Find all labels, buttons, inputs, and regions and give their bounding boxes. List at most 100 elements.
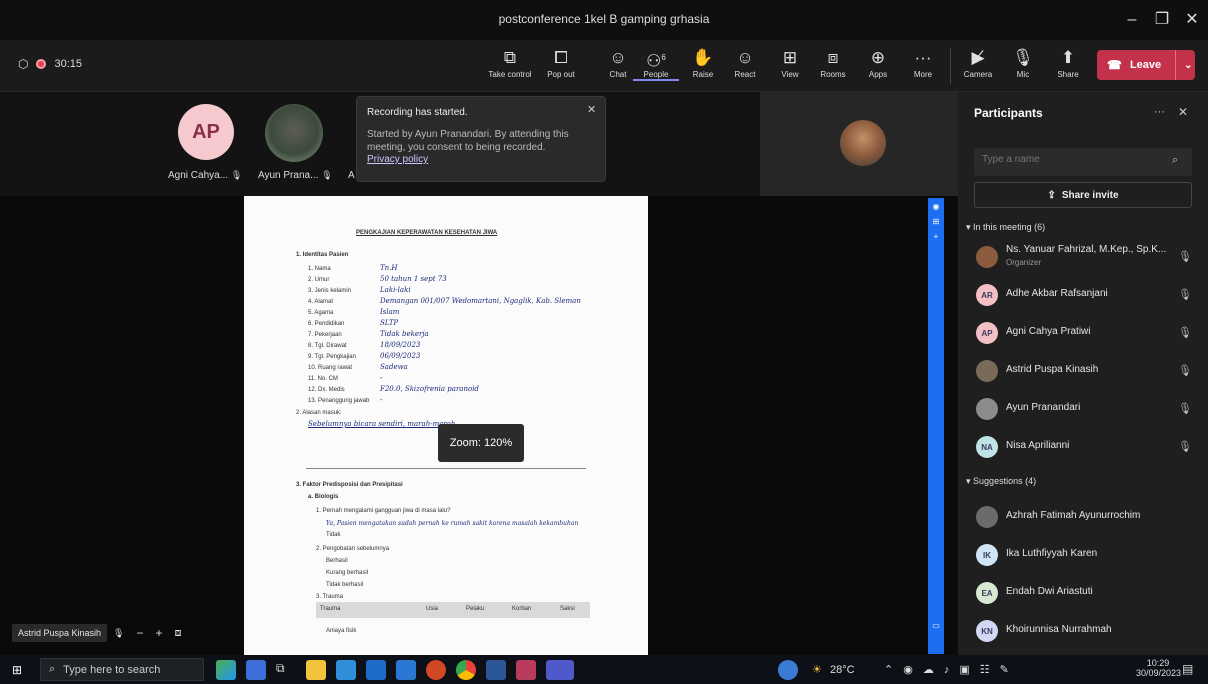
chevron-down-icon: ▾ bbox=[966, 476, 971, 486]
powerpoint-icon[interactable] bbox=[426, 660, 446, 680]
shared-content-toolbar[interactable]: ◉ ⊞ + ▭ bbox=[928, 198, 944, 654]
fullscreen-icon: ▭ bbox=[932, 621, 940, 630]
field-row: 8. Tgl. Dirawat 18/09/2023 bbox=[308, 341, 421, 349]
teams-icon[interactable] bbox=[546, 660, 574, 680]
participant-row[interactable]: AP Agni Cahya Pratiwi 🎙 bbox=[958, 316, 1208, 352]
taskbar-search[interactable]: ⌕ Type here to search bbox=[40, 658, 204, 681]
system-tray-icons[interactable]: ⌃◉☁♪▣☷✎ bbox=[884, 663, 1019, 676]
question-1: 1. Pernah mengalami gangguan jiwa di mas… bbox=[316, 508, 451, 514]
word-icon[interactable] bbox=[396, 660, 416, 680]
apps-button[interactable]: ⊕ Apps bbox=[855, 46, 901, 88]
weather-temp[interactable]: 28°C bbox=[830, 664, 855, 676]
chevron-down-icon[interactable]: ⌄ bbox=[1184, 60, 1192, 71]
participant-row[interactable]: Ayun Pranandari 🎙 bbox=[958, 392, 1208, 428]
chrome-icon[interactable] bbox=[456, 660, 476, 680]
clock[interactable]: 10:29 30/09/2023 bbox=[1136, 658, 1181, 678]
participant-row[interactable]: Ns. Yanuar Fahrizal, M.Kep., Sp.K... Orga… bbox=[958, 240, 1208, 276]
participant-avatar bbox=[976, 506, 998, 528]
search-icon: ⌕ bbox=[1172, 154, 1179, 166]
notification-body: Started by Ayun Pranandari. By attending… bbox=[367, 129, 569, 153]
close-icon[interactable]: ✕ bbox=[587, 103, 596, 116]
store-icon[interactable] bbox=[336, 660, 356, 680]
react-button[interactable]: ☺ React bbox=[722, 46, 768, 88]
field-row: 3. Jenis kelamin Laki-laki bbox=[308, 286, 411, 294]
people-button[interactable]: ⚇6 People bbox=[633, 46, 679, 88]
view-button[interactable]: ⊞ View bbox=[767, 46, 813, 88]
zoom-indicator: Zoom: 120% bbox=[438, 424, 524, 462]
field-row: 2. Umur 50 tahun 1 sept 73 bbox=[308, 275, 447, 283]
field-row: 10. Ruang rawat Sadewa bbox=[308, 363, 408, 371]
participant-row[interactable]: Azhrah Fatimah Ayunurrochim bbox=[958, 500, 1208, 536]
mic-off-icon: 🎙 bbox=[1178, 441, 1192, 453]
pop-out-button[interactable]: ⧠ Pop out bbox=[538, 46, 584, 88]
mic-off-icon: 🎙 bbox=[1012, 48, 1034, 67]
participant-row[interactable]: AR Adhe Akbar Rafsanjani 🎙 bbox=[958, 278, 1208, 314]
field-row: 11. No. CM - bbox=[308, 374, 383, 382]
share-button[interactable]: ⬆ Share bbox=[1045, 46, 1091, 88]
more-button[interactable]: ··· More bbox=[900, 46, 946, 88]
notifications-icon[interactable]: ▤ bbox=[1182, 662, 1193, 676]
close-panel-icon[interactable]: ✕ bbox=[1178, 105, 1188, 119]
option-tidak-berhasil: Tidak berhasil bbox=[326, 582, 364, 588]
identity-fields: 1. Nama Tn.H 2. Umur 50 tahun 1 sept 73 3.… bbox=[308, 264, 638, 407]
participant-row[interactable]: NA Nisa Aprilianni 🎙 bbox=[958, 430, 1208, 466]
panel-title: Participants bbox=[974, 106, 1043, 120]
task-view-icon[interactable]: ⧉ bbox=[276, 661, 285, 676]
mail-icon[interactable] bbox=[366, 660, 386, 680]
people-icon: ⚇6 bbox=[646, 51, 666, 71]
minimize-button[interactable]: – bbox=[1118, 8, 1146, 32]
windows-start-icon[interactable]: ⊞ bbox=[12, 663, 22, 677]
participant-search[interactable]: ⌕ bbox=[974, 148, 1192, 176]
react-icon: ☺ bbox=[736, 48, 754, 67]
participant-name: Khoirunnisa Nurrahmah bbox=[1006, 624, 1112, 635]
raise-hand-button[interactable]: ✋ Raise bbox=[680, 46, 726, 88]
option-berhasil: Berhasil bbox=[326, 558, 348, 564]
video-tile bbox=[760, 92, 958, 196]
rooms-button[interactable]: ⧈ Rooms bbox=[810, 46, 856, 88]
search-icon: ⌕ bbox=[49, 663, 56, 675]
participant-row[interactable]: KN Khoirunnisa Nurrahmah bbox=[958, 614, 1208, 650]
share-icon: ⬆ bbox=[1060, 48, 1076, 67]
app-icon[interactable] bbox=[516, 660, 536, 680]
add-icon: + bbox=[933, 232, 939, 241]
participant-row[interactable]: EA Endah Dwi Ariastuti bbox=[958, 576, 1208, 612]
participant-tile-name: Agni Cahya... 🎙 bbox=[168, 170, 243, 181]
field-row: 7. Pekerjaan Tidak bekerja bbox=[308, 330, 429, 338]
file-explorer-icon[interactable] bbox=[306, 660, 326, 680]
meeting-timer: 30:15 bbox=[54, 58, 83, 70]
share-invite-button[interactable]: ⇪ Share invite bbox=[974, 182, 1192, 208]
maximize-button[interactable]: ❐ bbox=[1148, 8, 1176, 32]
fit-screen-icon[interactable]: ⧈ bbox=[175, 627, 182, 640]
more-options-icon[interactable]: ··· bbox=[1154, 106, 1165, 118]
zoom-out-button[interactable]: − bbox=[136, 626, 143, 640]
more-icon: ··· bbox=[914, 48, 932, 67]
field-row: 9. Tgl. Pengkajian 06/09/2023 bbox=[308, 352, 421, 360]
widgets-icon[interactable] bbox=[216, 660, 236, 680]
zoom-in-button[interactable]: + bbox=[156, 626, 163, 640]
take-control-button[interactable]: ⧉ Take control bbox=[484, 46, 536, 88]
app-icon[interactable] bbox=[246, 660, 266, 680]
privacy-policy-link[interactable]: Privacy policy bbox=[367, 154, 595, 165]
mic-button[interactable]: 🎙 Mic bbox=[1000, 46, 1046, 88]
participant-avatar: AP bbox=[976, 322, 998, 344]
participant-name: Adhe Akbar Rafsanjani bbox=[1006, 288, 1108, 299]
participant-row[interactable]: Astrid Puspa Kinasih 🎙 bbox=[958, 354, 1208, 390]
app-icon[interactable] bbox=[486, 660, 506, 680]
leave-button[interactable]: ☎ Leave ⌄ bbox=[1097, 50, 1195, 80]
title-bar: postconference 1kel B gamping grhasia – … bbox=[0, 0, 1208, 40]
participant-avatar: NA bbox=[976, 436, 998, 458]
suggestions-header[interactable]: ▾ Suggestions (4) bbox=[966, 476, 1036, 487]
presenter-bar: Astrid Puspa Kinasih 🎙 − + ⧈ bbox=[12, 622, 212, 644]
windows-taskbar: ⊞ ⌕ Type here to search ⧉ ☀ 28°C ⌃◉☁♪▣☷✎… bbox=[0, 655, 1208, 684]
search-input[interactable] bbox=[982, 154, 1162, 165]
participant-photo bbox=[265, 104, 323, 162]
mic-off-icon: 🎙 bbox=[1178, 251, 1192, 263]
in-meeting-header[interactable]: ▾ In this meeting (6) bbox=[966, 222, 1045, 233]
participant-name: Nisa Aprilianni bbox=[1006, 440, 1070, 451]
participant-name: Endah Dwi Ariastuti bbox=[1006, 586, 1093, 597]
participant-row[interactable]: IK Ika Luthfiyyah Karen bbox=[958, 538, 1208, 574]
take-control-icon: ⧉ bbox=[503, 48, 517, 67]
help-icon[interactable] bbox=[778, 660, 798, 680]
camera-button[interactable]: ▶̸ Camera bbox=[955, 46, 1001, 88]
close-window-button[interactable]: ✕ bbox=[1178, 8, 1206, 32]
